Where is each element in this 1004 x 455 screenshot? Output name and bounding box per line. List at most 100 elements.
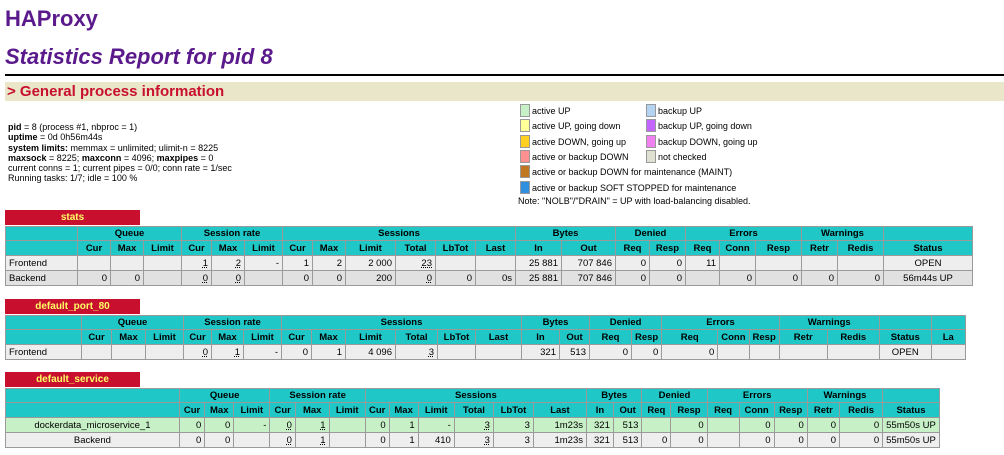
table-row[interactable]: Frontend 1 2-1 2 2 000 23 25 881 707 846 0 0 11 OPE… (5, 255, 973, 271)
column-header-cur: Cur (364, 402, 390, 418)
column-header-limit: Limit (233, 402, 271, 418)
cell-sr-cur[interactable]: 1 (181, 255, 212, 271)
column-header-limit: Limit (243, 329, 282, 345)
proxy-name[interactable]: default_port_80 (5, 299, 140, 314)
table-row[interactable]: Backend 0 0 0 1 0 1 410 3 3 1m23s 321 513 0 0 0 0 0 0 55m50… (5, 432, 1004, 448)
column-header-redis: Redis (826, 329, 880, 345)
cell-e-req (706, 432, 740, 448)
cell-d-req: 0 (615, 255, 650, 271)
cell-s-tot[interactable]: 3 (395, 344, 438, 360)
legend-item-label: active DOWN, going up (532, 136, 627, 147)
cell-s-tot[interactable]: 0 (395, 270, 436, 286)
column-header-req: Req (589, 329, 632, 345)
cell-e-conn: 0 (738, 432, 775, 448)
cell-s-lb (435, 255, 476, 271)
cell-s-lim: 410 (417, 432, 455, 448)
legend-item-label: backup UP, going down (658, 121, 752, 132)
page-title: Statistics Report for pid 8 (5, 44, 273, 69)
legend-item: active UP (520, 104, 571, 118)
legend-swatch (520, 134, 530, 148)
cell-b-out: 707 846 (561, 255, 616, 271)
table-row[interactable]: dockerdata_microservice_1 0 0-0 1 0 1-3 3 1m23s… (5, 417, 1004, 433)
column-header-in: In (586, 402, 614, 418)
column-header-cur: Cur (281, 329, 312, 345)
cell-s-cur: 1 (282, 255, 313, 271)
cell-q-max: 0 (204, 417, 235, 433)
column-header-last: Last (532, 402, 588, 418)
cell-s-tot[interactable]: 3 (453, 417, 494, 433)
row-name[interactable]: dockerdata_microservice_1 (5, 417, 180, 433)
legend-item: backup UP (646, 104, 702, 118)
cell-sr-cur[interactable]: 0 (181, 270, 212, 286)
column-header-in: In (521, 329, 560, 345)
bytes-header: Bytes (585, 388, 643, 403)
cell-s-lb: 3 (492, 432, 534, 448)
cell-sr-max[interactable]: 0 (211, 270, 245, 286)
legend-item-label: active UP, going down (532, 121, 621, 132)
legend-item: active or backup DOWN for maintenance (M… (520, 165, 732, 179)
cell-sr-max[interactable]: 2 (211, 255, 245, 271)
blank-header (5, 402, 180, 418)
cell-s-max: 1 (388, 432, 419, 448)
proxy-name[interactable]: stats (5, 210, 140, 225)
uptime-line: uptime = 0d 0h56m44s (8, 132, 103, 143)
cell-s-last (475, 344, 522, 360)
cell-sr-cur[interactable]: 0 (269, 417, 296, 433)
cell-s-cur: 0 (282, 270, 313, 286)
cell-status: 55m50s UP (882, 417, 940, 433)
table-row[interactable]: Frontend 0 1-0 1 4 096 3 321 513 0 0 0 OPEN (5, 344, 966, 360)
cell-d-req: 0 (615, 270, 650, 286)
cell-d-resp: 0 (670, 432, 708, 448)
legend-item-label: backup UP (658, 106, 703, 116)
cell-b-in: 25 881 (515, 270, 562, 286)
cell-status: OPEN (878, 344, 932, 360)
cell-sr-max[interactable]: 1 (294, 417, 330, 433)
cell-status: 55m50s UP (882, 432, 940, 448)
row-name[interactable]: Backend (5, 432, 180, 448)
cell-s-tot[interactable]: 3 (453, 432, 494, 448)
cell-w-retr: 0 (806, 417, 841, 433)
general-info-section-label: > General process information (7, 83, 225, 100)
cell-s-tot[interactable]: 23 (395, 255, 436, 271)
column-header-lbtot: LbTot (492, 402, 534, 418)
cell-sr-cur[interactable]: 0 (269, 432, 296, 448)
limits-line: system limits: memmax = unlimited; ulimi… (8, 142, 219, 153)
cell-s-max: 2 (312, 255, 346, 271)
row-name[interactable]: Frontend (5, 344, 82, 360)
cell-b-out: 513 (612, 432, 643, 448)
session-rate-header: Session rate (183, 315, 282, 330)
conns-line: current conns = 1; current pipes = 0/0; … (8, 163, 232, 174)
legend-item: active DOWN, going up (520, 134, 627, 149)
column-header-resp: Resp (755, 240, 802, 256)
column-header-cur: Cur (181, 240, 212, 256)
tasks-line: Running tasks: 1/7; idle = 100 % (8, 173, 138, 184)
column-header-limit: Limit (345, 329, 396, 345)
session-rate-header: Session rate (269, 388, 366, 403)
general-info-section-header[interactable]: > General process information (5, 82, 1004, 101)
cell-d-resp: 0 (630, 344, 663, 360)
cell-sr-max[interactable]: 1 (294, 432, 330, 448)
errors-header: Errors (706, 388, 808, 403)
table-row[interactable]: Backend 0 0 0 0 0 0 200 0 0 0s 25 881 707 846 0 0 0 0 0 0 5… (5, 270, 973, 286)
legend-item-label: active or backup DOWN (532, 151, 629, 162)
column-header-cur: Cur (81, 329, 112, 345)
cell-sr-cur[interactable]: 0 (183, 344, 212, 360)
legend-swatch (520, 165, 530, 179)
cell-b-in: 321 (586, 432, 614, 448)
cell-b-out: 513 (612, 417, 643, 433)
column-header-max: Max (311, 329, 346, 345)
row-name[interactable]: Frontend (5, 255, 78, 271)
cell-extra (930, 344, 966, 360)
denied-header: Denied (615, 226, 686, 241)
cell-b-in: 321 (521, 344, 560, 360)
row-name[interactable]: Backend (5, 270, 78, 286)
blank-header (5, 226, 78, 241)
cell-sr-max[interactable]: 1 (211, 344, 244, 360)
blank-header (878, 315, 932, 330)
cell-e-conn (719, 255, 756, 271)
proxy-name[interactable]: default_service (5, 372, 140, 387)
table-group-header: Queue Session rate Sessions Bytes Denied Erro… (5, 388, 1004, 403)
column-header-conn: Conn (717, 329, 750, 345)
legend-item-label: active or backup DOWN for maintenance (M… (532, 167, 733, 178)
legend-swatch (646, 134, 656, 148)
